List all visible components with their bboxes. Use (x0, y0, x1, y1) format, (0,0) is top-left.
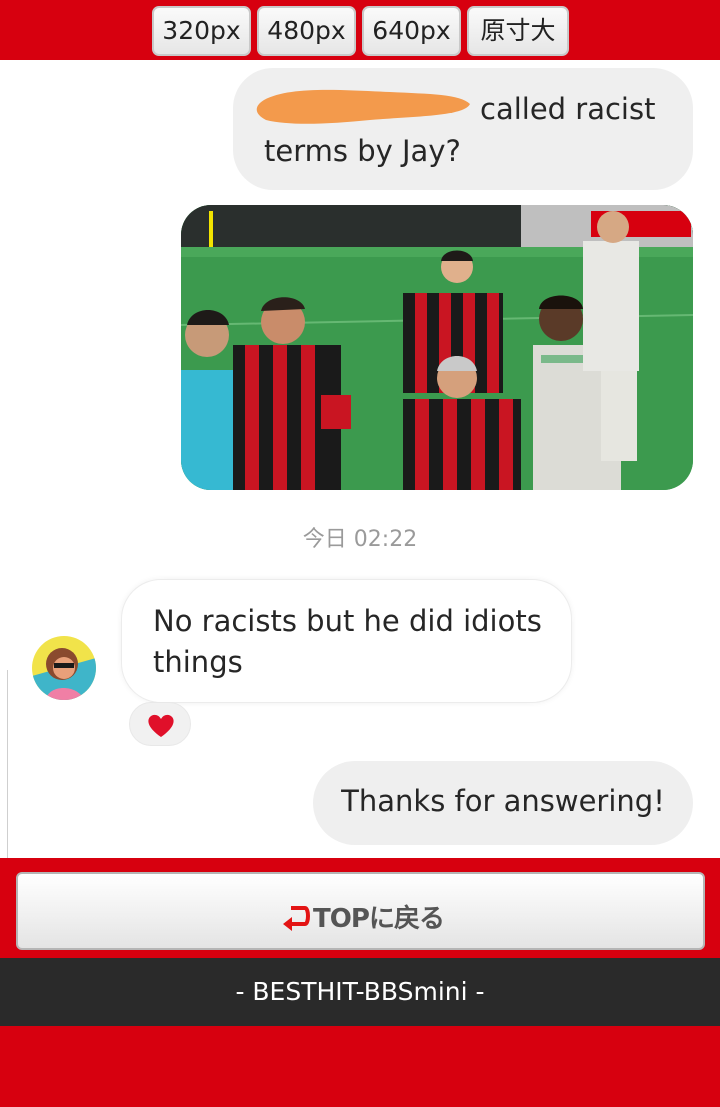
bottom-red-band (0, 1026, 720, 1107)
shared-photo[interactable] (181, 205, 693, 490)
size-640-button[interactable]: 640px (362, 6, 461, 56)
size-original-button[interactable]: 原寸大 (467, 6, 569, 56)
heart-emoji-icon (148, 714, 174, 737)
sent-message-text-2: Thanks for answering! (341, 784, 665, 818)
message-reaction[interactable] (129, 702, 191, 746)
size-480-button[interactable]: 480px (257, 6, 356, 56)
message-timestamp: 今日 02:22 (302, 527, 418, 552)
redaction-scribble (256, 89, 470, 124)
back-to-top-label: TOPに戻る (18, 898, 707, 935)
avatar-image (32, 636, 96, 700)
footer-site-name: - BESTHIT-BBSmini - (235, 977, 485, 1006)
image-size-bar: 320px 480px 640px 原寸大 (0, 0, 720, 60)
sender-avatar[interactable] (32, 636, 96, 700)
football-players-image (181, 205, 693, 490)
received-message-text: No racists but he did idiots things (153, 604, 542, 679)
return-arrow-icon (283, 906, 311, 931)
back-to-top-button[interactable]: TOPに戻る (16, 872, 705, 950)
size-320-button[interactable]: 320px (152, 6, 251, 56)
